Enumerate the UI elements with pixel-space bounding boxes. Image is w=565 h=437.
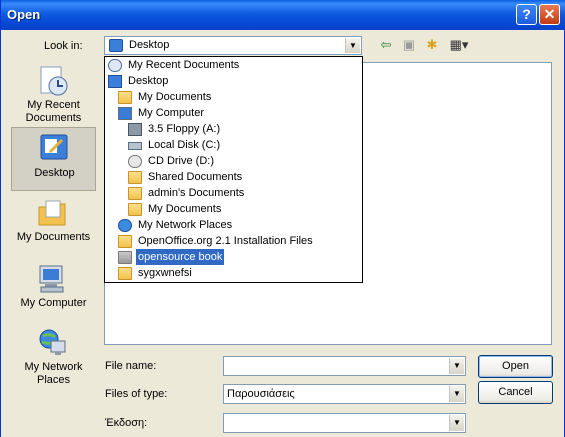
place-desktop[interactable]: Desktop	[11, 127, 96, 191]
chevron-down-icon[interactable]: ▼	[449, 415, 464, 431]
network-places-icon	[118, 219, 132, 232]
folder-icon	[118, 251, 132, 264]
look-in-combo[interactable]: Desktop ▼	[104, 36, 362, 55]
version-select[interactable]: ▼	[223, 413, 466, 433]
back-icon[interactable]: ⇦	[377, 37, 395, 53]
dropdown-item-label: CD Drive (D:)	[148, 155, 214, 167]
dropdown-item-label: My Documents	[148, 203, 222, 215]
my-documents-icon	[118, 91, 132, 104]
look-in-value: Desktop	[129, 39, 170, 51]
dropdown-item-label: Desktop	[128, 75, 169, 87]
new-folder-icon[interactable]: ✱	[423, 37, 441, 53]
place-network-places[interactable]: My Network Places	[11, 323, 96, 387]
floppy-icon	[128, 123, 142, 136]
chevron-down-icon[interactable]: ▼	[449, 386, 464, 402]
dropdown-item-label: sygxwnefsi	[138, 267, 192, 279]
cancel-button[interactable]: Cancel	[478, 381, 553, 404]
dropdown-item-label: admin's Documents	[148, 187, 245, 199]
files-of-type-select[interactable]: Παρουσιάσεις ▼	[223, 384, 466, 404]
dropdown-item-label: My Recent Documents	[128, 59, 240, 71]
dropdown-item-label: opensource book	[136, 249, 225, 265]
place-label: My Recent Documents	[25, 99, 82, 124]
cd-drive-icon	[128, 155, 142, 168]
files-of-type-label: Files of type:	[105, 388, 168, 400]
chevron-down-icon[interactable]: ▼	[345, 38, 360, 53]
help-button[interactable]: ?	[516, 4, 537, 25]
places-bar: My Recent Documents Desktop My Documents…	[11, 61, 96, 397]
desktop-icon	[109, 39, 123, 52]
place-recent-documents[interactable]: My Recent Documents	[11, 61, 96, 125]
open-dialog: Open ? ✕ Look in: Desktop ▼ ⇦ ▣ ✱ ▦▾ My …	[0, 0, 565, 437]
place-label: My Computer	[20, 297, 87, 309]
look-in-label: Look in:	[44, 40, 83, 52]
network-places-icon	[37, 327, 69, 359]
dropdown-item-label: My Documents	[138, 91, 212, 103]
up-folder-icon[interactable]: ▣	[400, 37, 418, 53]
folder-icon	[128, 187, 142, 200]
place-my-computer[interactable]: My Computer	[11, 259, 96, 323]
open-button[interactable]: Open	[478, 355, 553, 378]
folder-icon	[128, 203, 142, 216]
file-name-label: File name:	[105, 360, 157, 372]
hard-disk-icon	[128, 142, 142, 150]
place-my-documents[interactable]: My Documents	[11, 193, 96, 257]
my-documents-icon	[37, 197, 69, 229]
dropdown-item-label: 3.5 Floppy (A:)	[148, 123, 221, 135]
place-label: My Documents	[16, 231, 91, 243]
folder-icon	[128, 171, 142, 184]
place-label: Desktop	[34, 167, 75, 179]
my-computer-icon	[118, 107, 132, 120]
views-menu-icon[interactable]: ▦▾	[447, 37, 471, 53]
dropdown-item-label: My Computer	[138, 107, 205, 119]
folder-icon	[118, 235, 132, 248]
dropdown-item-label: OpenOffice.org 2.1 Installation Files	[138, 235, 313, 247]
my-computer-icon	[37, 263, 69, 295]
file-name-field[interactable]: ▼	[223, 356, 466, 376]
window-title: Open	[7, 7, 41, 22]
desktop-icon	[108, 75, 122, 88]
dropdown-item-label: Shared Documents	[148, 171, 243, 183]
recent-documents-icon	[37, 65, 69, 97]
place-label: My Network Places	[24, 361, 83, 386]
version-label: Έκδοση:	[105, 417, 148, 429]
desktop-icon	[38, 132, 70, 164]
recent-documents-icon	[108, 59, 122, 72]
folder-icon	[118, 267, 132, 280]
look-in-dropdown[interactable]: My Recent Documents Desktop My Documents…	[104, 56, 363, 283]
chevron-down-icon[interactable]: ▼	[449, 358, 464, 374]
dropdown-item-label: My Network Places	[138, 219, 233, 231]
close-button[interactable]: ✕	[539, 4, 560, 25]
title-bar[interactable]: Open ? ✕	[1, 0, 565, 30]
files-of-type-value: Παρουσιάσεις	[227, 388, 295, 400]
dropdown-item-label: Local Disk (C:)	[148, 139, 221, 151]
